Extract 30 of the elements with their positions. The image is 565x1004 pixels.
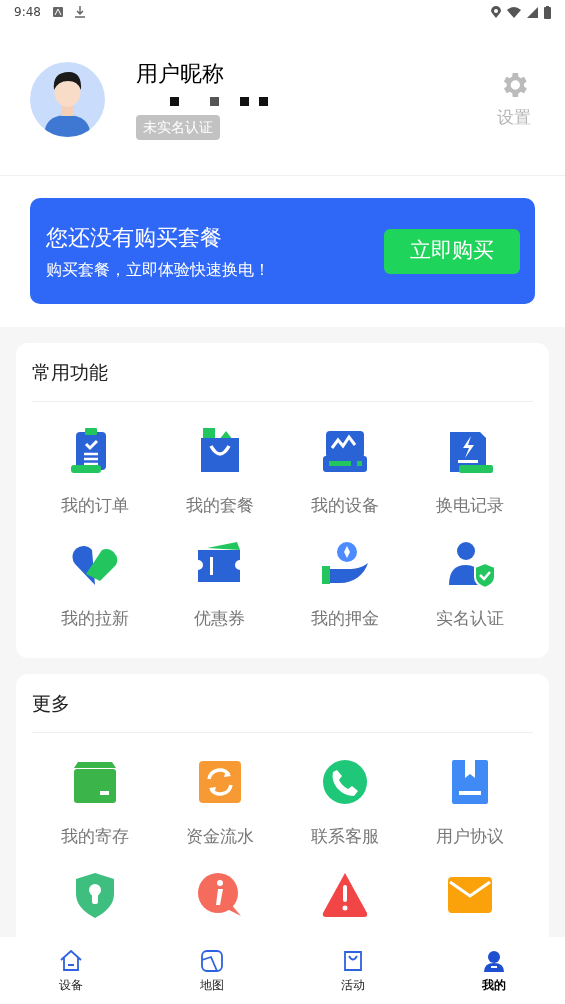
section-title: 常用功能 [32, 343, 533, 402]
nav-tab[interactable]: 我的 [423, 937, 565, 1004]
verification-badge: 未实名认证 [136, 114, 220, 140]
feature-item[interactable]: 我的寄存 [32, 757, 158, 870]
feature-item[interactable]: 用户协议 [407, 757, 533, 870]
feature-item[interactable]: 资金流水 [157, 757, 283, 870]
user-nickname: 用户昵称 [136, 59, 225, 88]
download-icon [74, 6, 85, 18]
feature-item[interactable]: 实名认证 [407, 539, 533, 652]
section-title: 更多 [32, 674, 533, 733]
battery-icon [544, 5, 551, 19]
feature-item[interactable]: 我的押金 [282, 539, 408, 652]
nav-tab[interactable]: 地图 [141, 937, 283, 1004]
map-icon [198, 947, 225, 974]
feature-item[interactable]: 我的拉新 [32, 539, 158, 652]
feature-item[interactable]: 换电记录 [407, 426, 533, 539]
feature-item[interactable]: 我的套餐 [157, 426, 283, 539]
feature-item[interactable]: 我的设备 [282, 426, 408, 539]
nav-tab[interactable]: 设备 [0, 937, 142, 1004]
status-time: 9:48 [14, 4, 41, 21]
signal-icon [527, 6, 538, 18]
feature-item[interactable]: 我的订单 [32, 426, 158, 539]
banner-subtitle: 购买套餐，立即体验快速换电！ [46, 258, 270, 281]
wifi-icon [507, 6, 521, 18]
banner-title: 您还没有购买套餐 [46, 223, 223, 252]
feature-item[interactable]: 联系客服 [282, 757, 408, 870]
feature-item[interactable]: 优惠券 [157, 539, 283, 652]
location-icon [491, 5, 501, 19]
nav-tab[interactable]: 活动 [282, 937, 424, 1004]
notification-icon [52, 7, 63, 17]
